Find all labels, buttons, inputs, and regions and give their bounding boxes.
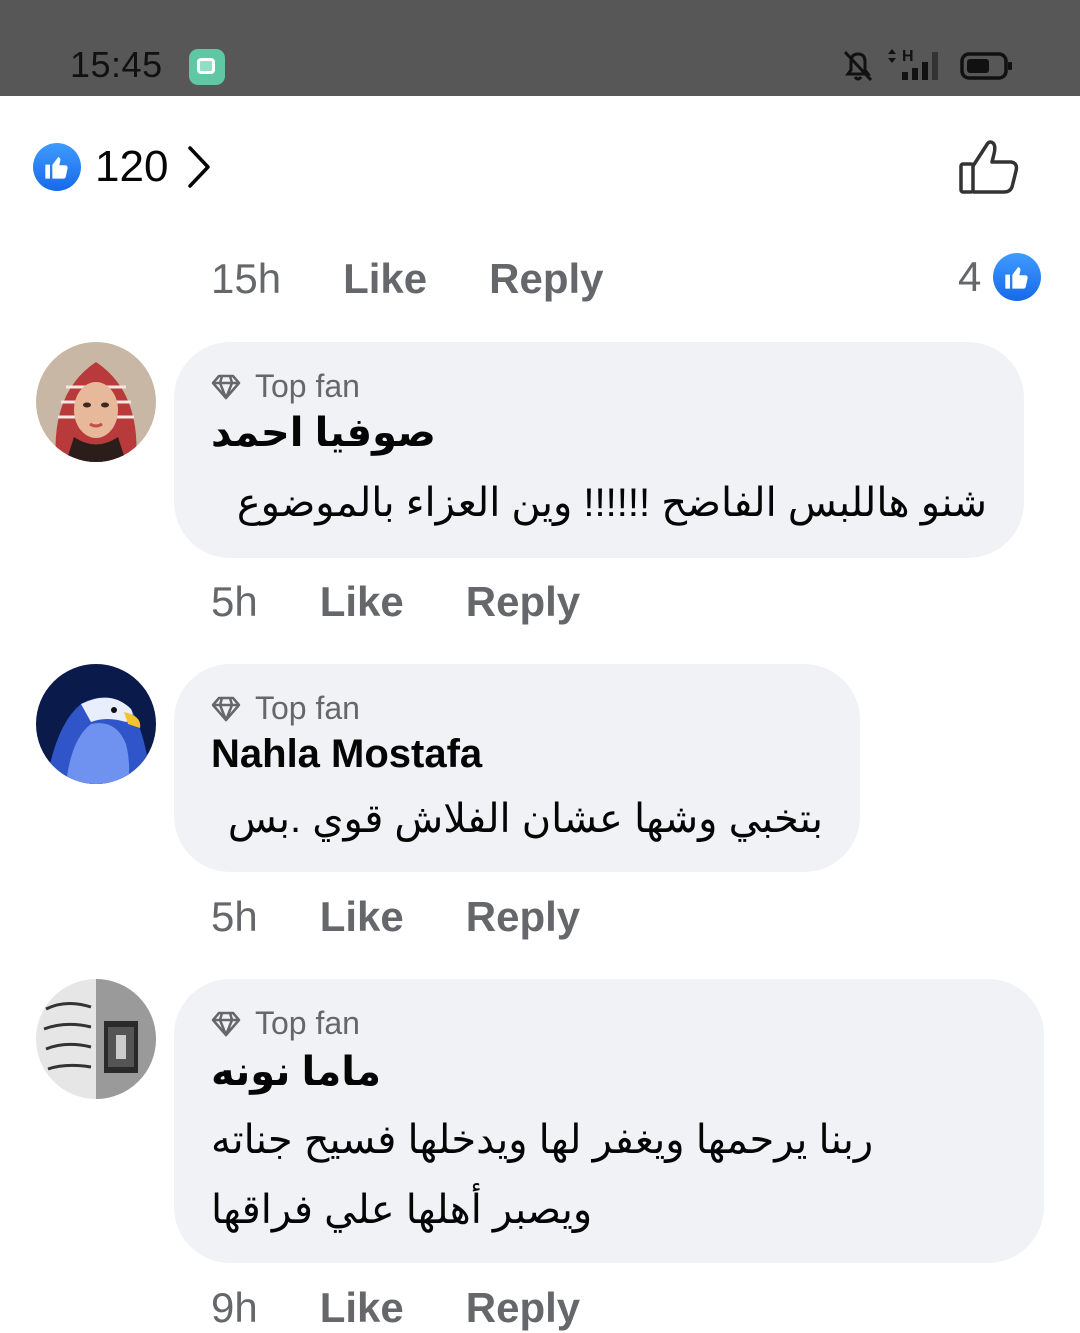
status-icons: H <box>843 48 1012 82</box>
comment-author[interactable]: Nahla Mostafa <box>211 732 482 777</box>
network-h-icon: H <box>888 48 914 65</box>
comment-author[interactable]: ماما نونه <box>211 1049 381 1095</box>
top-fan-label: Top fan <box>255 368 360 404</box>
diamond-icon <box>211 1011 241 1036</box>
top-fan-label: Top fan <box>255 690 360 726</box>
reply-button[interactable]: Reply <box>466 1284 580 1332</box>
comment-bubble: Top fan Nahla Mostafa بتخبي وشها عشان ال… <box>174 664 860 872</box>
comment-text: بتخبي وشها عشان الفلاش قوي .بس <box>227 797 823 841</box>
comment-text: شنو هاللبس الفاضح !!!!!! وين العزاء بالم… <box>236 481 987 525</box>
parent-comment-actions: 15h Like Reply <box>211 254 666 304</box>
comment-bubble: Top fan ماما نونه ربنا يرحمها ويغفر لها … <box>174 979 1044 1263</box>
top-fan-badge: Top fan <box>211 368 360 405</box>
like-reaction-icon <box>33 143 81 191</box>
reply-button[interactable]: Reply <box>466 893 580 941</box>
comment-time: 5h <box>211 578 258 625</box>
status-time: 15:45 <box>70 44 163 85</box>
reaction-summary[interactable]: 120 <box>33 140 212 194</box>
bell-off-icon <box>843 50 873 82</box>
comment-time: 5h <box>211 893 258 940</box>
like-outline-icon[interactable] <box>956 136 1022 198</box>
like-button[interactable]: Like <box>320 1284 404 1332</box>
top-fan-label: Top fan <box>255 1005 360 1041</box>
reaction-count[interactable]: 4 <box>958 253 1042 301</box>
comment-bubble: Top fan صوفيا احمد شنو هاللبس الفاضح !!!… <box>174 342 1024 558</box>
like-button[interactable]: Like <box>320 893 404 941</box>
like-button[interactable]: Like <box>343 255 427 303</box>
comment-text-line-1: ربنا يرحمها ويغفر لها ويدخلها فسيح جناته <box>211 1118 874 1162</box>
status-bar: 15:45 H <box>0 0 1080 96</box>
top-fan-badge: Top fan <box>211 690 360 727</box>
comment-author[interactable]: صوفيا احمد <box>211 410 436 456</box>
avatar[interactable] <box>36 979 156 1099</box>
diamond-icon <box>211 374 241 399</box>
comment-actions: 9h Like Reply <box>211 1283 642 1333</box>
reply-button[interactable]: Reply <box>466 578 580 626</box>
reaction-count-value: 4 <box>958 253 982 300</box>
comment-text-line-2: ويصبر أهلها علي فراقها <box>211 1188 593 1232</box>
app-notification-icon <box>189 49 225 85</box>
avatar[interactable] <box>36 342 156 462</box>
comment-time: 9h <box>211 1284 258 1331</box>
top-fan-badge: Top fan <box>211 1005 360 1042</box>
svg-text:H: H <box>902 48 914 65</box>
like-reaction-icon <box>993 253 1042 301</box>
comment-time: 15h <box>211 255 282 302</box>
reaction-total-count: 120 <box>95 142 169 191</box>
diamond-icon <box>211 696 241 721</box>
battery-icon <box>960 52 1012 80</box>
avatar[interactable] <box>36 664 156 784</box>
like-button[interactable]: Like <box>320 578 404 626</box>
comment-actions: 5h Like Reply <box>211 577 642 627</box>
reply-button[interactable]: Reply <box>489 255 603 303</box>
comment-actions: 5h Like Reply <box>211 892 642 942</box>
chevron-right-icon <box>188 146 211 188</box>
